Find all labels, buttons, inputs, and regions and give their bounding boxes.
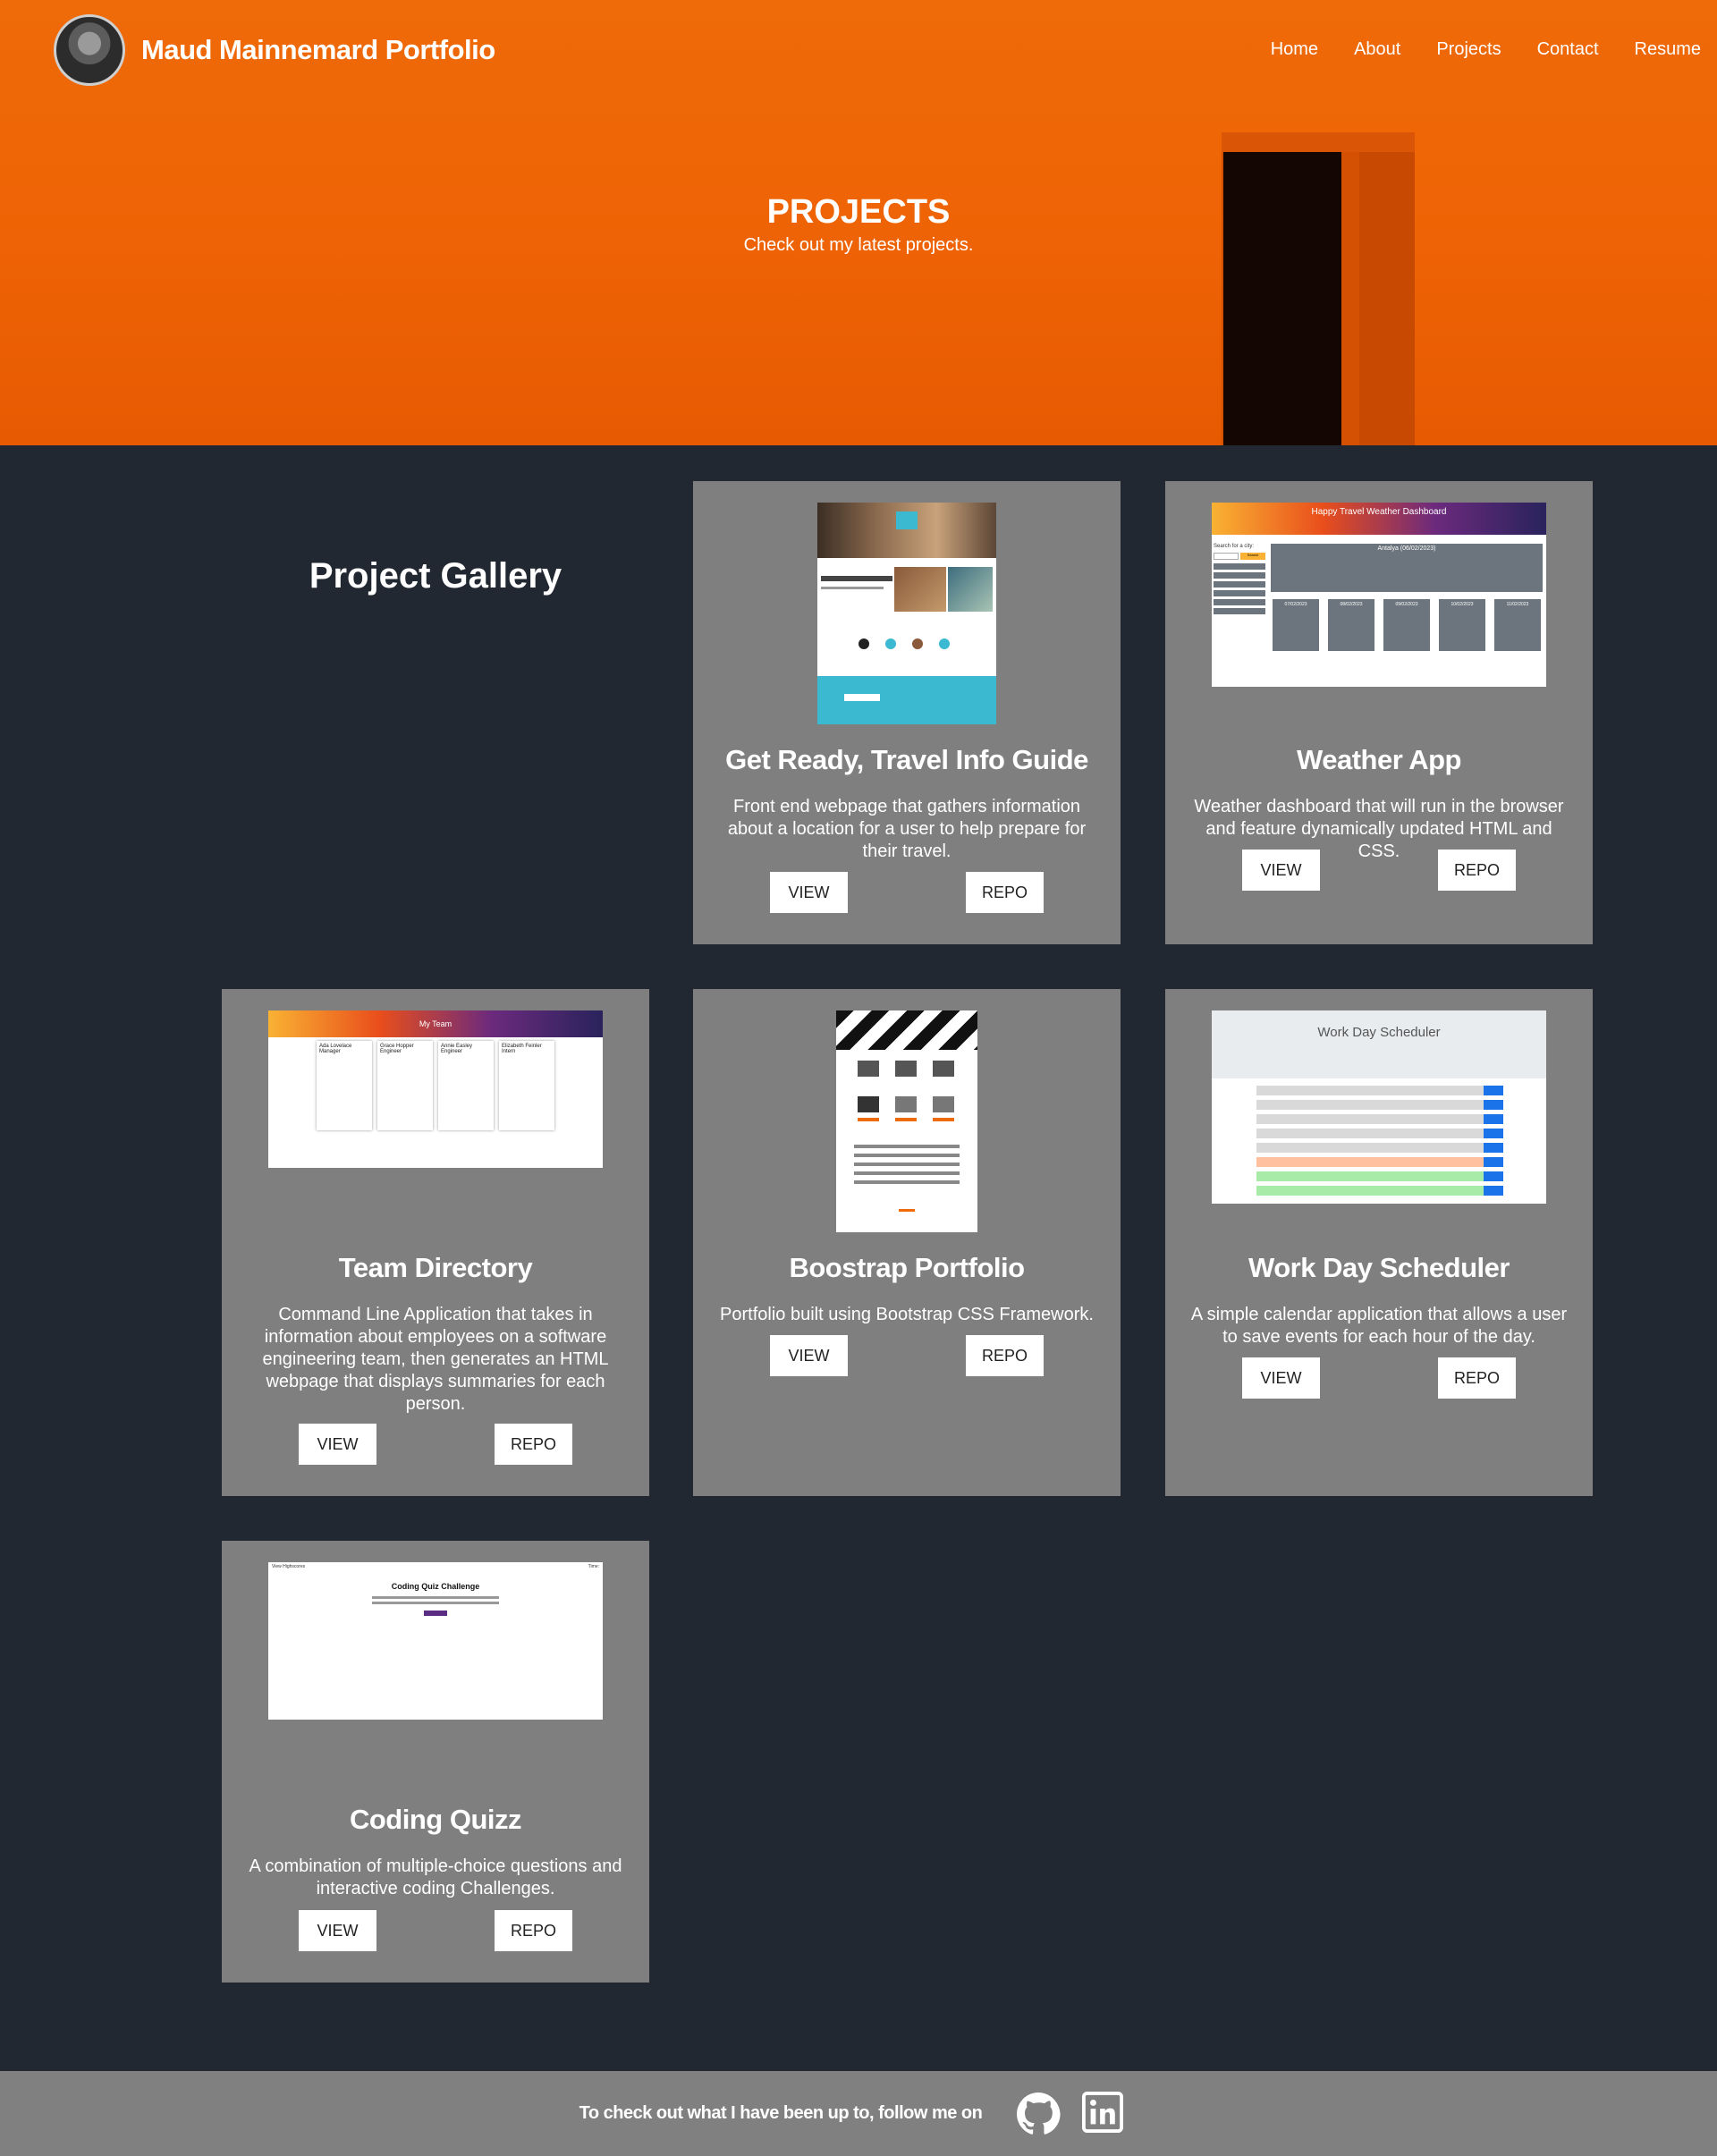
hero-door-lintel xyxy=(1222,132,1415,152)
project-title: Weather App xyxy=(1297,744,1461,775)
shot-forecast-day: 09/02/2023 xyxy=(1383,599,1430,651)
repo-button[interactable]: REPO xyxy=(1438,1357,1516,1399)
project-description: Front end webpage that gathers informati… xyxy=(727,797,1087,861)
view-button[interactable]: VIEW xyxy=(1242,1357,1320,1399)
project-screenshot[interactable] xyxy=(817,503,996,724)
project-card-coding-quizz: View Highscores Time: Coding Quiz Challe… xyxy=(222,1541,649,1983)
gallery-title: Project Gallery xyxy=(309,556,562,596)
hero-banner: Maud Mainnemard Portfolio Home About Pro… xyxy=(0,0,1717,445)
project-title: Work Day Scheduler xyxy=(1248,1252,1510,1283)
brand[interactable]: Maud Mainnemard Portfolio xyxy=(54,14,495,86)
repo-button[interactable]: REPO xyxy=(495,1910,572,1951)
view-button[interactable]: VIEW xyxy=(770,1335,848,1376)
shot-forecast-day: 10/02/2023 xyxy=(1439,599,1485,651)
project-card-weather-app: Happy Travel Weather Dashboard Search fo… xyxy=(1165,481,1593,944)
project-description: A simple calendar application that allow… xyxy=(1190,1305,1568,1347)
shot-time: Time: xyxy=(588,1564,599,1569)
hero-door-side xyxy=(1359,145,1415,445)
main-nav: Home About Projects Contact Resume xyxy=(1271,39,1701,60)
shot-heading: My Team xyxy=(419,1019,453,1028)
shot-heading: Coding Quiz Challenge xyxy=(391,1582,480,1591)
shot-heading: Work Day Scheduler xyxy=(1317,1025,1441,1040)
project-screenshot[interactable] xyxy=(836,1010,977,1232)
repo-button[interactable]: REPO xyxy=(966,1335,1044,1376)
nav-home[interactable]: Home xyxy=(1271,39,1318,60)
project-title: Team Directory xyxy=(338,1252,533,1283)
footer: To check out what I have been up to, fol… xyxy=(0,2071,1717,2156)
view-button[interactable]: VIEW xyxy=(770,872,848,913)
repo-button[interactable]: REPO xyxy=(495,1424,572,1465)
project-card-travel-guide: Get Ready, Travel Info Guide Front end w… xyxy=(693,481,1121,944)
project-title: Get Ready, Travel Info Guide xyxy=(725,744,1088,775)
nav-projects[interactable]: Projects xyxy=(1436,39,1501,60)
shot-member-role: Intern xyxy=(502,1049,516,1054)
view-button[interactable]: VIEW xyxy=(1242,850,1320,891)
shot-heading: Happy Travel Weather Dashboard xyxy=(1311,507,1447,517)
page-subtitle: Check out my latest projects. xyxy=(743,235,974,255)
project-description: Command Line Application that takes in i… xyxy=(262,1305,609,1414)
shot-forecast-day: 08/02/2023 xyxy=(1328,599,1374,651)
project-description: Portfolio built using Bootstrap CSS Fram… xyxy=(720,1305,1094,1324)
view-button[interactable]: VIEW xyxy=(299,1424,376,1465)
project-title: Coding Quizz xyxy=(349,1804,522,1835)
brand-title[interactable]: Maud Mainnemard Portfolio xyxy=(141,34,495,66)
project-card-team-directory: My Team Ada Lovelace Manager Grace Hoppe… xyxy=(222,989,649,1496)
project-screenshot[interactable]: Happy Travel Weather Dashboard Search fo… xyxy=(1212,503,1546,687)
project-screenshot[interactable]: Work Day Scheduler xyxy=(1212,1010,1546,1204)
shot-search-button: Search xyxy=(1240,553,1265,560)
project-screenshot[interactable]: View Highscores Time: Coding Quiz Challe… xyxy=(268,1562,603,1720)
nav-contact[interactable]: Contact xyxy=(1537,39,1599,60)
shot-current-city: Antalya (06/02/2023) xyxy=(1271,544,1543,592)
github-icon[interactable] xyxy=(1016,2092,1061,2136)
project-card-bootstrap-portfolio: Boostrap Portfolio Portfolio built using… xyxy=(693,989,1121,1496)
repo-button[interactable]: REPO xyxy=(1438,850,1516,891)
shot-forecast-day: 11/02/2023 xyxy=(1494,599,1541,651)
shot-member-role: Engineer xyxy=(441,1049,463,1054)
project-title: Boostrap Portfolio xyxy=(789,1252,1025,1283)
view-button[interactable]: VIEW xyxy=(299,1910,376,1951)
project-description: A combination of multiple-choice questio… xyxy=(249,1856,622,1898)
project-card-work-day-scheduler: Work Day Scheduler Work Day Scheduler A … xyxy=(1165,989,1593,1496)
shot-search-label: Search for a city: xyxy=(1214,544,1255,549)
project-screenshot[interactable]: My Team Ada Lovelace Manager Grace Hoppe… xyxy=(268,1010,603,1168)
avatar xyxy=(54,14,125,86)
shot-view-scores: View Highscores xyxy=(272,1564,306,1569)
nav-resume[interactable]: Resume xyxy=(1635,39,1701,60)
repo-button[interactable]: REPO xyxy=(966,872,1044,913)
footer-text: To check out what I have been up to, fol… xyxy=(579,2103,983,2123)
shot-forecast-day: 07/02/2023 xyxy=(1273,599,1319,651)
linkedin-icon[interactable] xyxy=(1082,2091,1127,2136)
hero-text: PROJECTS Check out my latest projects. xyxy=(0,193,1717,256)
shot-member-role: Manager xyxy=(319,1049,341,1054)
shot-member-role: Engineer xyxy=(380,1049,402,1054)
nav-about[interactable]: About xyxy=(1354,39,1400,60)
page-title: PROJECTS xyxy=(766,193,951,231)
